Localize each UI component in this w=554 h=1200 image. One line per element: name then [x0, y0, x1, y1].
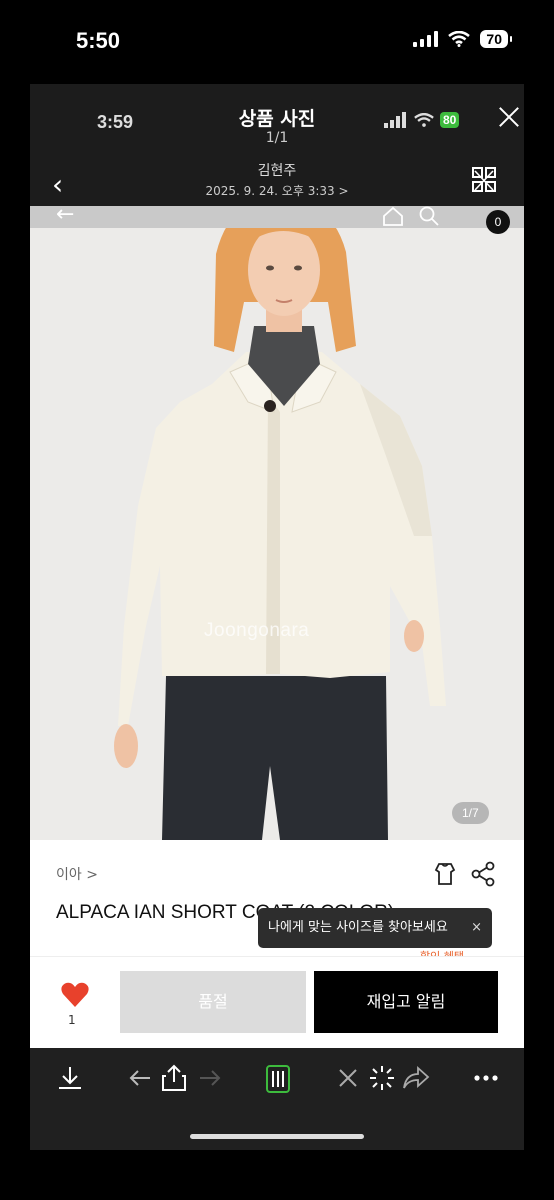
loading-spinner-icon: [370, 1066, 394, 1090]
tooltip-close-icon[interactable]: ×: [471, 908, 482, 948]
cellular-signal-icon: [413, 31, 439, 47]
outer-status-bar: 5:50 70: [0, 0, 554, 84]
size-tooltip[interactable]: 나에게 맞는 사이즈를 찾아보세요 ×: [258, 908, 492, 948]
captured-page-topbar: [30, 206, 524, 228]
hanger-icon[interactable]: [432, 860, 458, 888]
viewer-count: 1/1: [265, 130, 289, 146]
wifi-icon: [448, 31, 471, 47]
back-arrow-icon[interactable]: [128, 1064, 152, 1092]
grid-view-icon[interactable]: [471, 166, 497, 194]
photo-viewer: 3:59 상품 사진 1/1 80 ‹ 김현주 2025. 9. 24. 오후 …: [30, 84, 524, 1150]
close-icon[interactable]: [336, 1064, 360, 1092]
inner-status-icons: 80: [384, 112, 460, 128]
search-icon[interactable]: [418, 206, 440, 226]
inner-battery-indicator: 80: [440, 112, 460, 128]
soldout-button[interactable]: 품절: [120, 971, 306, 1033]
restock-alert-button[interactable]: 재입고 알림: [314, 971, 498, 1033]
viewer-header: 3:59 상품 사진 1/1 80 ‹ 김현주 2025. 9. 24. 오후 …: [30, 84, 524, 206]
model-wearing-coat-illustration: [30, 206, 524, 840]
more-options-icon[interactable]: [472, 1064, 500, 1092]
inner-signal-icon: [384, 112, 406, 128]
heart-icon[interactable]: [60, 981, 90, 1009]
inner-wifi-icon: [414, 112, 434, 127]
product-info: 이아 > ALPACA IAN SHORT COAT (2 COLOR) 나에게…: [30, 840, 524, 963]
forward-arrow-icon[interactable]: [198, 1064, 222, 1092]
sent-date[interactable]: 2025. 9. 24. 오후 3:33 >: [30, 182, 524, 199]
size-tooltip-text: 나에게 맞는 사이즈를 찾아보세요: [268, 920, 448, 935]
tabs-icon[interactable]: [264, 1064, 292, 1094]
home-icon[interactable]: [382, 206, 404, 226]
cart-count-badge[interactable]: 0: [486, 210, 510, 234]
watermark-text: Joongonara: [204, 620, 310, 641]
share-icon[interactable]: [470, 860, 496, 888]
purchase-action-bar: 1 품절 재입고 알림: [30, 956, 524, 1048]
sender-name: 김현주: [257, 163, 297, 179]
like-count: 1: [68, 1013, 76, 1027]
battery-indicator: 70: [480, 30, 512, 48]
redo-arrow-icon[interactable]: [402, 1064, 430, 1092]
captured-back-arrow-icon[interactable]: ←: [56, 206, 74, 227]
outer-status-icons: 70: [413, 30, 512, 48]
brand-link[interactable]: 이아 >: [56, 864, 98, 884]
photo-counter: 1/7: [452, 802, 489, 824]
captured-top-icons: [382, 206, 440, 226]
captured-product-page: ← 0 Joongonara 1/7 이아 > ALPACA IAN SHORT…: [30, 206, 524, 1150]
download-icon[interactable]: [56, 1064, 84, 1092]
viewer-toolbar: [30, 1048, 524, 1150]
share-upload-icon[interactable]: [160, 1064, 188, 1092]
outer-clock: 5:50: [76, 28, 121, 53]
close-viewer-icon[interactable]: [496, 104, 522, 130]
product-photo[interactable]: ← 0 Joongonara 1/7: [30, 206, 524, 840]
home-indicator: [190, 1134, 364, 1139]
